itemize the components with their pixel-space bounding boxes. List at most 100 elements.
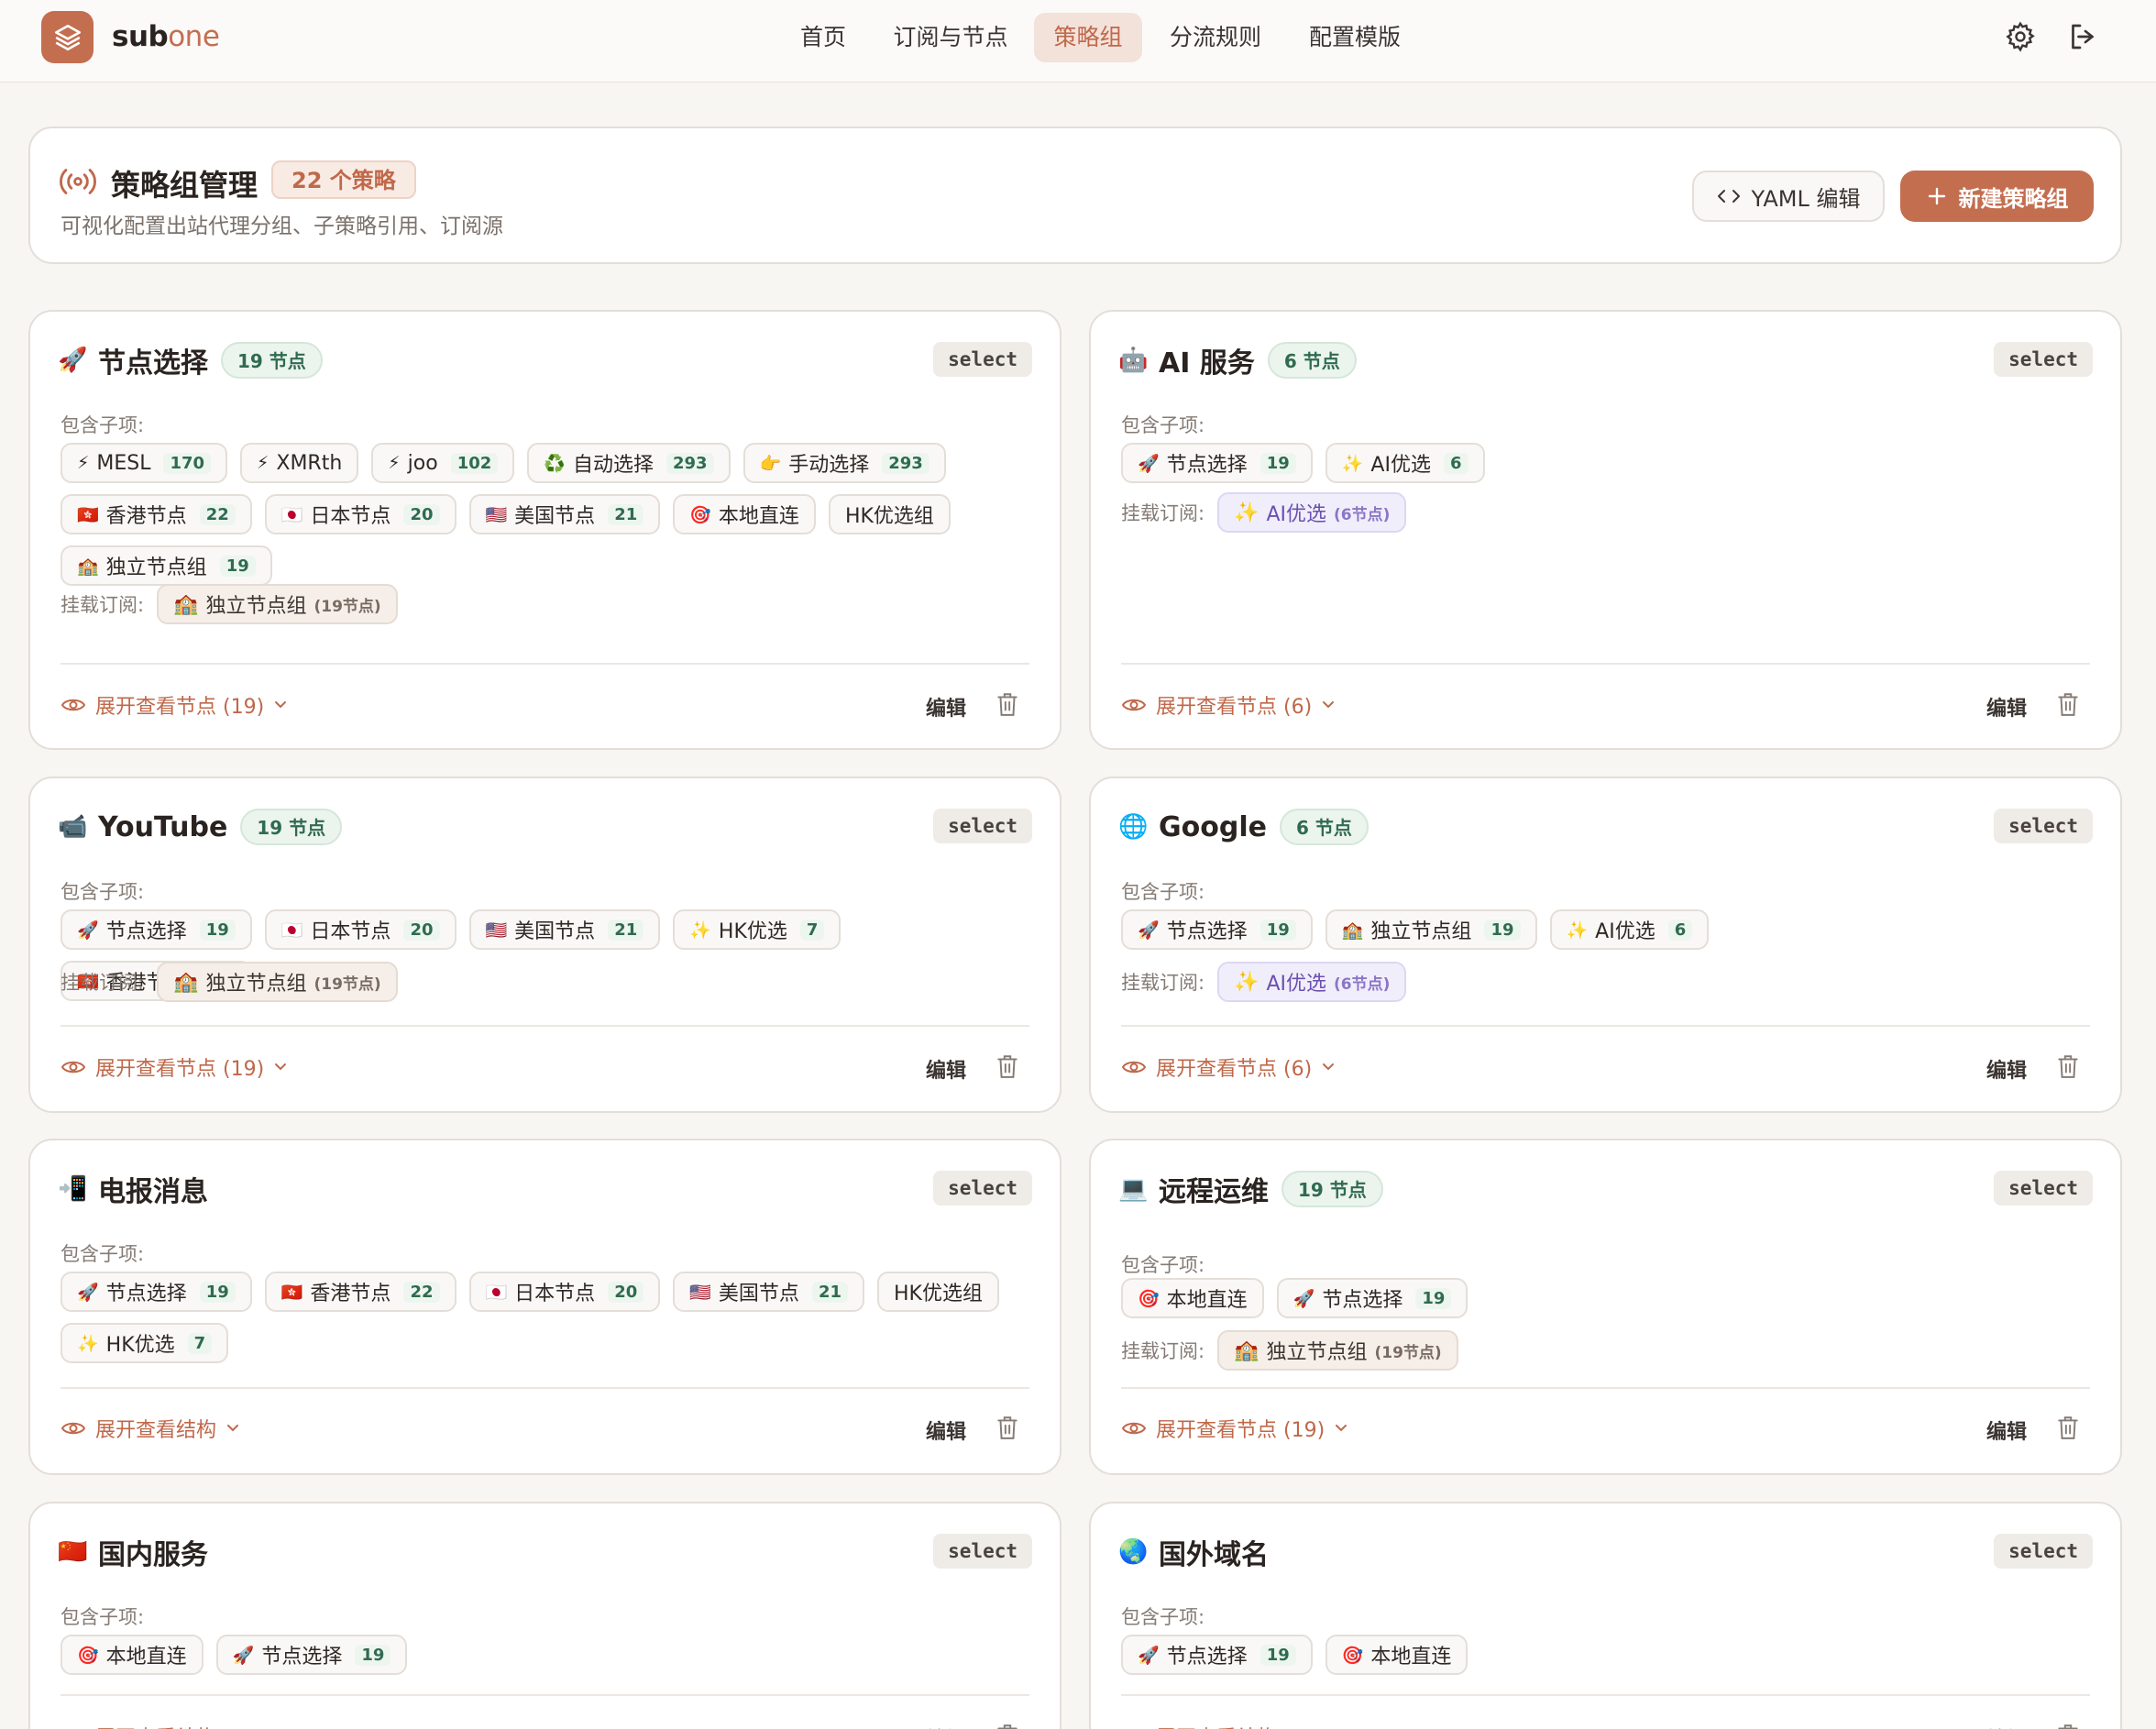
edit-button[interactable]: 编辑: [1986, 1415, 2027, 1445]
child-chip[interactable]: 🇭🇰 香港节点 22: [60, 494, 252, 534]
child-name: 本地直连: [1370, 1646, 1452, 1668]
strategy-card[interactable]: 📲 电报消息 select 包含子项: 🚀 节点选择 19 🇭🇰 香港节点 22 🇯🇵 日本节点 20 🇺…: [28, 1139, 1062, 1475]
edit-button[interactable]: 编辑: [926, 1054, 966, 1084]
child-chip[interactable]: 🚀 节点选择 19: [1121, 1635, 1313, 1675]
nav-rules[interactable]: 分流规则: [1159, 13, 1272, 62]
child-chip[interactable]: 🎯 本地直连: [60, 1635, 204, 1675]
child-name: 节点选择: [1166, 1646, 1248, 1668]
child-chip[interactable]: 🚀 节点选择 19: [1276, 1278, 1468, 1318]
edit-button[interactable]: 编辑: [926, 1723, 966, 1729]
mount-chip[interactable]: ✨ AI优选 (6节点): [1217, 962, 1407, 1002]
child-chip[interactable]: ⚡ XMRth: [240, 443, 359, 483]
expand-nodes-link[interactable]: 展开查看结构: [1121, 1722, 1301, 1729]
child-chip[interactable]: ✨ AI优选 6: [1549, 909, 1710, 950]
child-chip[interactable]: 🇯🇵 日本节点 20: [264, 494, 456, 534]
expand-nodes-link[interactable]: 展开查看节点 (19): [1121, 1414, 1348, 1443]
child-chip[interactable]: 👉 手动选择 293: [742, 443, 946, 483]
strategy-card[interactable]: 🇨🇳 国内服务 select 包含子项: 🎯 本地直连 🚀 节点选择 19 展开查看结构 编辑: [28, 1502, 1062, 1729]
logout-icon[interactable]: [2066, 20, 2099, 53]
strategy-card[interactable]: 🌏 国外域名 select 包含子项: 🚀 节点选择 19 🎯 本地直连展开查看结构 编辑: [1089, 1502, 2122, 1729]
child-chip[interactable]: 🎯 本地直连: [1325, 1635, 1468, 1675]
yaml-edit-button[interactable]: YAML 编辑: [1692, 171, 1885, 222]
child-chip[interactable]: ✨ AI优选 6: [1325, 443, 1485, 483]
delete-trash-icon[interactable]: [2056, 691, 2080, 717]
delete-trash-icon[interactable]: [2056, 1415, 2080, 1440]
child-chip[interactable]: 🚀 节点选择 19: [60, 909, 252, 950]
strategy-card[interactable]: 🤖 AI 服务 6 节点 select 包含子项: 🚀 节点选择 19 ✨ AI优选 6 挂载订阅: ✨…: [1089, 310, 2122, 750]
delete-trash-icon[interactable]: [996, 1415, 1019, 1440]
strategy-card[interactable]: 🌐 Google 6 节点 select 包含子项: 🚀 节点选择 19 🏫 独立节点组 19 ✨ AI…: [1089, 776, 2122, 1113]
child-chip[interactable]: 🚀 节点选择 19: [215, 1635, 408, 1675]
mount-label: 挂载订阅:: [1121, 1340, 1205, 1362]
brand-name[interactable]: subone: [112, 20, 220, 53]
child-name: AI优选: [1370, 454, 1431, 477]
children-label: 包含子项:: [1121, 881, 1205, 903]
nav-subscriptions[interactable]: 订阅与节点: [884, 13, 1018, 62]
mount-chip[interactable]: 🏫 独立节点组 (19节点): [1217, 1330, 1458, 1371]
card-title-row: 💻 远程运维 19 节点: [1118, 1171, 1383, 1208]
mount-emoji-icon: ✨: [1234, 970, 1260, 994]
child-chip[interactable]: 🇯🇵 日本节点 20: [468, 1272, 661, 1312]
expand-nodes-link[interactable]: 展开查看节点 (19): [60, 690, 288, 720]
delete-trash-icon[interactable]: [2056, 1723, 2080, 1729]
edit-button[interactable]: 编辑: [926, 692, 966, 721]
child-chip[interactable]: 🇭🇰 香港节点 22: [264, 1272, 456, 1312]
logo-icon[interactable]: [41, 11, 94, 63]
expand-nodes-link[interactable]: 展开查看节点 (6): [1121, 690, 1336, 720]
strategy-card[interactable]: 💻 远程运维 19 节点 select 包含子项: 🎯 本地直连 🚀 节点选择 19 挂载订阅: 🏫 独…: [1089, 1139, 2122, 1475]
child-chip[interactable]: 🇺🇸 美国节点 21: [468, 494, 661, 534]
mount-label: 挂载订阅:: [1121, 502, 1205, 524]
edit-button[interactable]: 编辑: [926, 1415, 966, 1445]
child-chip[interactable]: 🇺🇸 美国节点 21: [468, 909, 661, 950]
expand-nodes-link[interactable]: 展开查看结构: [60, 1414, 240, 1443]
delete-trash-icon[interactable]: [996, 1723, 1019, 1729]
child-chip[interactable]: 🚀 节点选择 19: [1121, 443, 1313, 483]
child-chip[interactable]: ♻️ 自动选择 293: [527, 443, 731, 483]
mount-chip[interactable]: ✨ AI优选 (6节点): [1217, 492, 1407, 533]
card-title: 国内服务: [98, 1539, 208, 1571]
edit-button[interactable]: 编辑: [1986, 692, 2027, 721]
nav-home[interactable]: 首页: [786, 13, 860, 62]
child-chip[interactable]: HK优选组: [877, 1272, 999, 1312]
child-node-count: 21: [608, 503, 644, 525]
child-chip[interactable]: 🇯🇵 日本节点 20: [264, 909, 456, 950]
child-chip[interactable]: HK优选组: [828, 494, 951, 534]
delete-trash-icon[interactable]: [996, 691, 1019, 717]
mount-chip[interactable]: 🏫 独立节点组 (19节点): [157, 962, 398, 1002]
child-chip[interactable]: ⚡ joo 102: [371, 443, 515, 483]
settings-gear-icon[interactable]: [2004, 20, 2037, 53]
expand-nodes-link[interactable]: 展开查看结构: [60, 1722, 240, 1729]
child-chip[interactable]: 🎯 本地直连: [1121, 1278, 1264, 1318]
nav-strategy-groups[interactable]: 策略组: [1034, 13, 1142, 62]
child-name: HK优选: [718, 920, 787, 943]
expand-nodes-link[interactable]: 展开查看节点 (19): [60, 1052, 288, 1082]
card-divider: [1121, 663, 2090, 665]
child-name: 美国节点: [514, 920, 596, 943]
child-chip[interactable]: 🚀 节点选择 19: [60, 1272, 252, 1312]
mount-node-count: (6节点): [1334, 975, 1391, 994]
card-title-row: 📲 电报消息: [58, 1171, 208, 1208]
strategy-card[interactable]: 📹 YouTube 19 节点 select 包含子项: 🚀 节点选择 19 🇯🇵 日本节点 20 🇺…: [28, 776, 1062, 1113]
child-chip[interactable]: 🚀 节点选择 19: [1121, 909, 1313, 950]
mount-chip[interactable]: 🏫 独立节点组 (19节点): [157, 584, 398, 624]
edit-button[interactable]: 编辑: [1986, 1054, 2027, 1084]
child-chip[interactable]: 🏫 独立节点组 19: [60, 545, 272, 586]
child-chip[interactable]: 🏫 独立节点组 19: [1325, 909, 1537, 950]
strategy-card[interactable]: 🚀 节点选择 19 节点 select 包含子项: ⚡ MESL 170 ⚡ XMRth ⚡ joo 1…: [28, 310, 1062, 750]
expand-nodes-link[interactable]: 展开查看节点 (6): [1121, 1052, 1336, 1082]
eye-icon: [60, 699, 86, 711]
nav-templates[interactable]: 配置模版: [1298, 13, 1412, 62]
child-name: 自动选择: [572, 454, 654, 477]
child-chip[interactable]: ✨ HK优选 7: [60, 1323, 229, 1363]
child-chip[interactable]: ✨ HK优选 7: [673, 909, 842, 950]
delete-trash-icon[interactable]: [996, 1053, 1019, 1079]
page-title: 策略组管理: [111, 168, 258, 203]
child-emoji-icon: 🚀: [1138, 1645, 1160, 1666]
edit-button[interactable]: 编辑: [1986, 1723, 2027, 1729]
child-chip[interactable]: 🎯 本地直连: [673, 494, 816, 534]
child-emoji-icon: 🇯🇵: [280, 504, 303, 525]
child-chip[interactable]: 🇺🇸 美国节点 21: [673, 1272, 864, 1312]
child-chip[interactable]: ⚡ MESL 170: [60, 443, 228, 483]
delete-trash-icon[interactable]: [2056, 1053, 2080, 1079]
new-strategy-button[interactable]: 新建策略组: [1900, 171, 2094, 222]
